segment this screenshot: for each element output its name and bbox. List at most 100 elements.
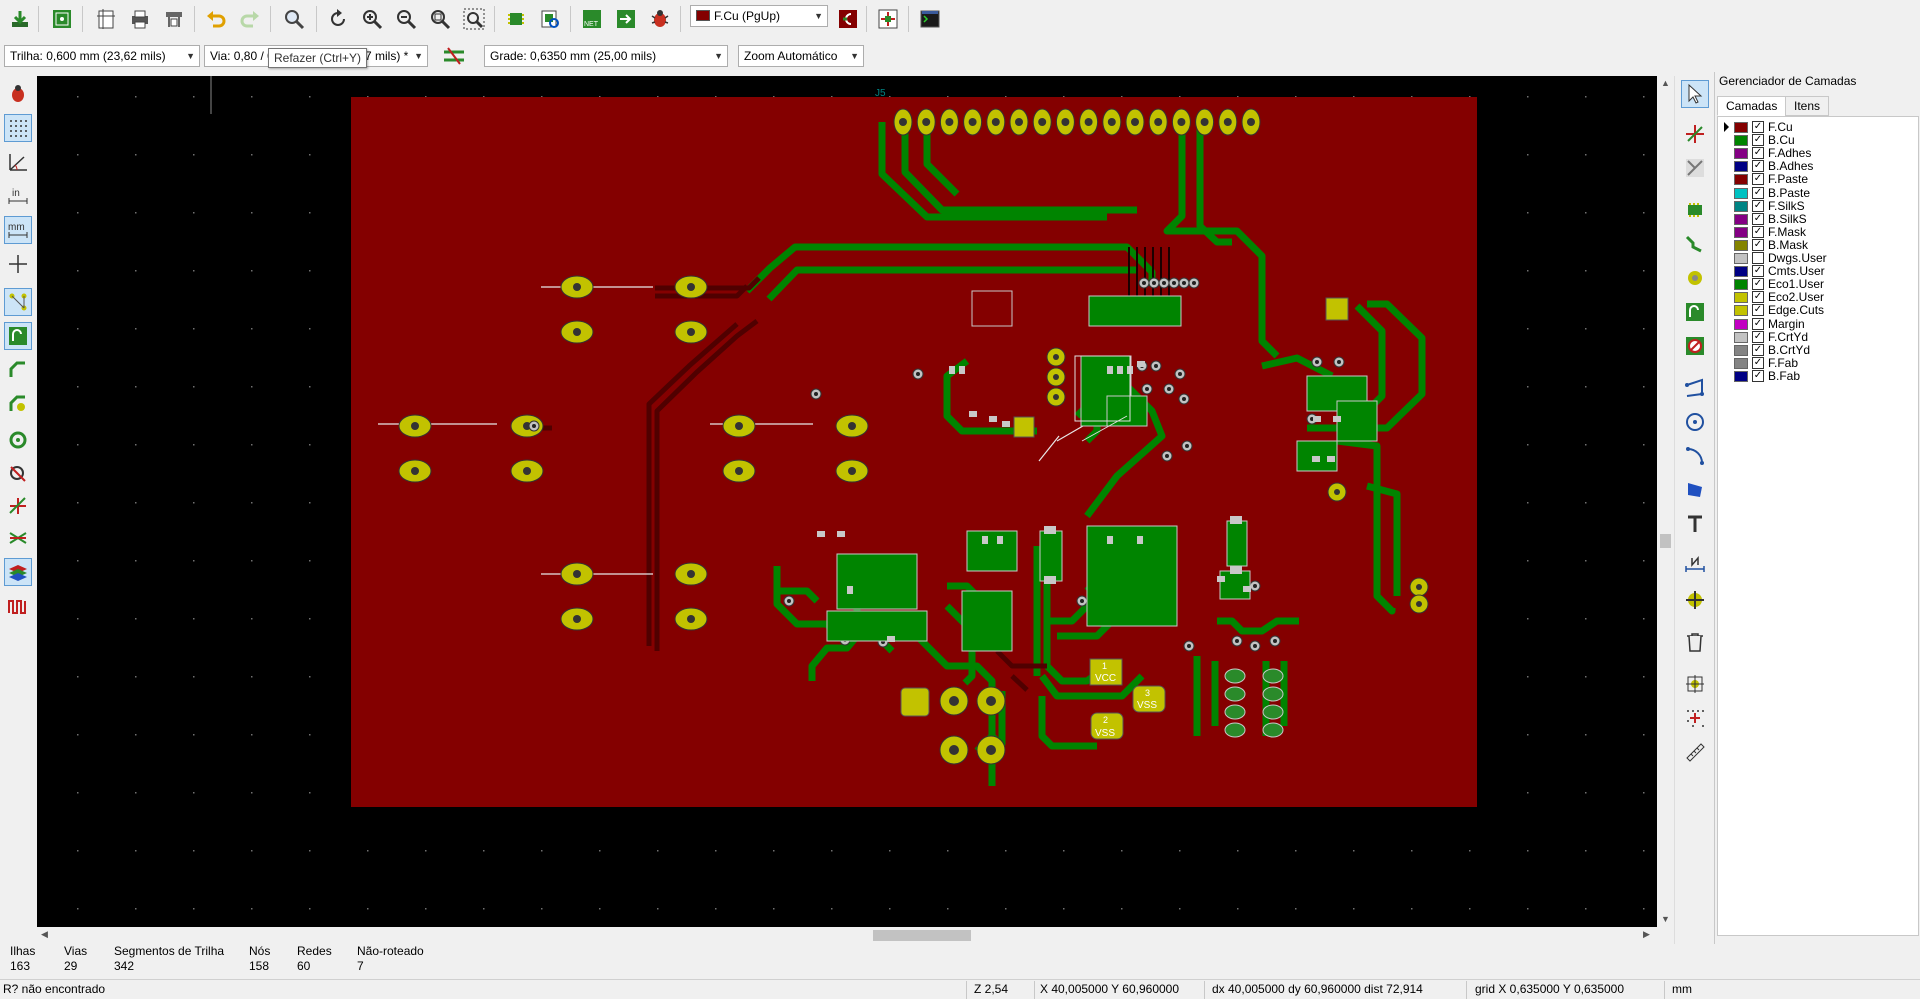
status-abs-coords: X 40,005000 Y 60,960000 <box>1040 982 1180 996</box>
add-zone-button[interactable] <box>1681 298 1709 326</box>
pad-drill <box>1154 118 1163 126</box>
net-color-button[interactable] <box>4 524 32 552</box>
via-drill <box>1315 360 1319 364</box>
scroll-right-icon[interactable]: ▶ <box>1643 929 1650 940</box>
route-track-button[interactable] <box>1681 230 1709 258</box>
zoom-out-button[interactable] <box>392 5 420 33</box>
add-keepout-button[interactable] <box>1681 332 1709 360</box>
pad-display-button[interactable] <box>4 426 32 454</box>
delete-tool-button[interactable] <box>1681 628 1709 656</box>
via-drill <box>814 392 818 396</box>
message-panel: Ilhas 163 Vias 29 Segmentos de Trilha 342 N… <box>0 944 1920 979</box>
add-target-button[interactable] <box>1681 586 1709 614</box>
layer-row-b-fab[interactable]: ✓ B.Fab <box>1718 368 1918 384</box>
print-button[interactable] <box>126 5 154 33</box>
active-layer-marker-icon <box>1724 122 1729 132</box>
zoom-fit-icon <box>431 10 451 30</box>
add-line-button[interactable] <box>1681 374 1709 402</box>
layer-manager-button[interactable] <box>4 558 32 586</box>
add-text-button[interactable] <box>1681 510 1709 538</box>
layer-visibility-checkbox[interactable]: ✓ <box>1752 369 1764 382</box>
scripting-console-button[interactable] <box>916 5 944 33</box>
header-pin-pad <box>1224 686 1246 702</box>
arc-icon <box>1686 447 1704 465</box>
header-pin-pad <box>1262 668 1284 684</box>
full-crosshair-button[interactable] <box>4 250 32 278</box>
microwave-button[interactable] <box>874 5 902 33</box>
update-from-schematic-button[interactable] <box>612 5 640 33</box>
footprint-editor-button[interactable] <box>502 5 530 33</box>
microwave-toolbar-button[interactable] <box>4 592 32 620</box>
pcb-canvas[interactable]: J5 1 VCC 2 VSS 3 VSS <box>37 76 1657 927</box>
select-tool-button[interactable] <box>1681 80 1709 108</box>
stat-label: Vias <box>64 944 88 958</box>
text-icon <box>1688 515 1702 532</box>
drc-off-button[interactable] <box>4 80 32 108</box>
redraw-button[interactable] <box>324 5 352 33</box>
route-track-icon <box>1685 235 1702 253</box>
zoom-in-button[interactable] <box>358 5 386 33</box>
add-via-button[interactable] <box>1681 264 1709 292</box>
grid-toggle-button[interactable] <box>4 114 32 142</box>
add-footprint-button[interactable] <box>1681 196 1709 224</box>
drc-button[interactable] <box>646 5 674 33</box>
grid-select[interactable]: Grade: 0,6350 mm (25,00 mils) ▼ <box>484 45 728 67</box>
local-ratsnest-button[interactable] <box>1681 154 1709 182</box>
active-layer-value: F.Cu (PgUp) <box>714 9 781 23</box>
net-highlight-button[interactable] <box>4 492 32 520</box>
add-dimension-button[interactable] <box>1681 552 1709 580</box>
tab-layers[interactable]: Camadas <box>1717 96 1787 116</box>
inch-units-button[interactable]: in <box>4 182 32 210</box>
pad-drill <box>687 328 695 336</box>
zone-fill-display-button[interactable] <box>4 322 32 350</box>
redo-button[interactable] <box>236 5 264 33</box>
vertical-scroll-thumb[interactable] <box>1660 534 1671 548</box>
vertical-scrollbar[interactable]: ▲ ▼ <box>1657 76 1674 927</box>
scroll-up-icon[interactable]: ▲ <box>1661 78 1670 88</box>
active-layer-select[interactable]: F.Cu (PgUp) ▼ <box>690 5 828 27</box>
track-display-button[interactable] <box>4 356 32 384</box>
show-ratsnest-button[interactable] <box>4 288 32 316</box>
footprint-browser-button[interactable] <box>536 5 564 33</box>
find-button[interactable] <box>280 5 308 33</box>
plot-button[interactable] <box>160 5 188 33</box>
track-width-select[interactable]: Trilha: 0,600 mm (23,62 mils) ▼ <box>4 45 200 67</box>
via-drill <box>1080 599 1084 603</box>
local-ratsnest-icon <box>1686 159 1704 177</box>
horizontal-scroll-thumb[interactable] <box>873 930 971 941</box>
add-circle-button[interactable] <box>1681 408 1709 436</box>
read-netlist-button[interactable]: NET <box>578 5 606 33</box>
add-polygon-button[interactable] <box>1681 476 1709 504</box>
zoom-fit-button[interactable] <box>426 5 454 33</box>
set-origin-button[interactable] <box>1681 670 1709 698</box>
mm-units-button[interactable]: mm <box>4 216 32 244</box>
pad-1-number: 1 <box>1102 661 1107 671</box>
add-arc-button[interactable] <box>1681 442 1709 470</box>
horizontal-scrollbar[interactable]: ◀ ▶ <box>37 927 1657 944</box>
stat-islands: Ilhas 163 <box>10 944 35 974</box>
pad-drill <box>899 118 907 126</box>
high-contrast-button[interactable] <box>4 460 32 488</box>
set-grid-origin-button[interactable] <box>1681 704 1709 732</box>
board-setup-button[interactable] <box>48 5 76 33</box>
pad-drill <box>991 118 1000 126</box>
select-layer-pair-button[interactable] <box>834 5 862 33</box>
via-drill <box>1162 281 1166 285</box>
zoom-selection-button[interactable] <box>460 5 488 33</box>
scroll-left-icon[interactable]: ◀ <box>41 929 48 940</box>
page-settings-button[interactable] <box>92 5 120 33</box>
save-board-button[interactable] <box>6 5 34 33</box>
via-display-button[interactable] <box>4 390 32 418</box>
polar-coords-button[interactable] <box>4 148 32 176</box>
measure-tool-button[interactable] <box>1681 738 1709 766</box>
via-size-suffix: 7 mils) * <box>365 49 409 63</box>
stat-value: 7 <box>357 959 364 973</box>
zoom-select[interactable]: Zoom Automático ▼ <box>738 45 864 67</box>
via-drill <box>1253 584 1257 588</box>
auto-track-width-button[interactable] <box>440 42 468 70</box>
scroll-down-icon[interactable]: ▼ <box>1661 914 1670 924</box>
layer-color-swatch[interactable] <box>1734 370 1748 382</box>
undo-button[interactable] <box>202 5 230 33</box>
highlight-net-button[interactable] <box>1681 120 1709 148</box>
tab-items[interactable]: Itens <box>1785 96 1830 116</box>
